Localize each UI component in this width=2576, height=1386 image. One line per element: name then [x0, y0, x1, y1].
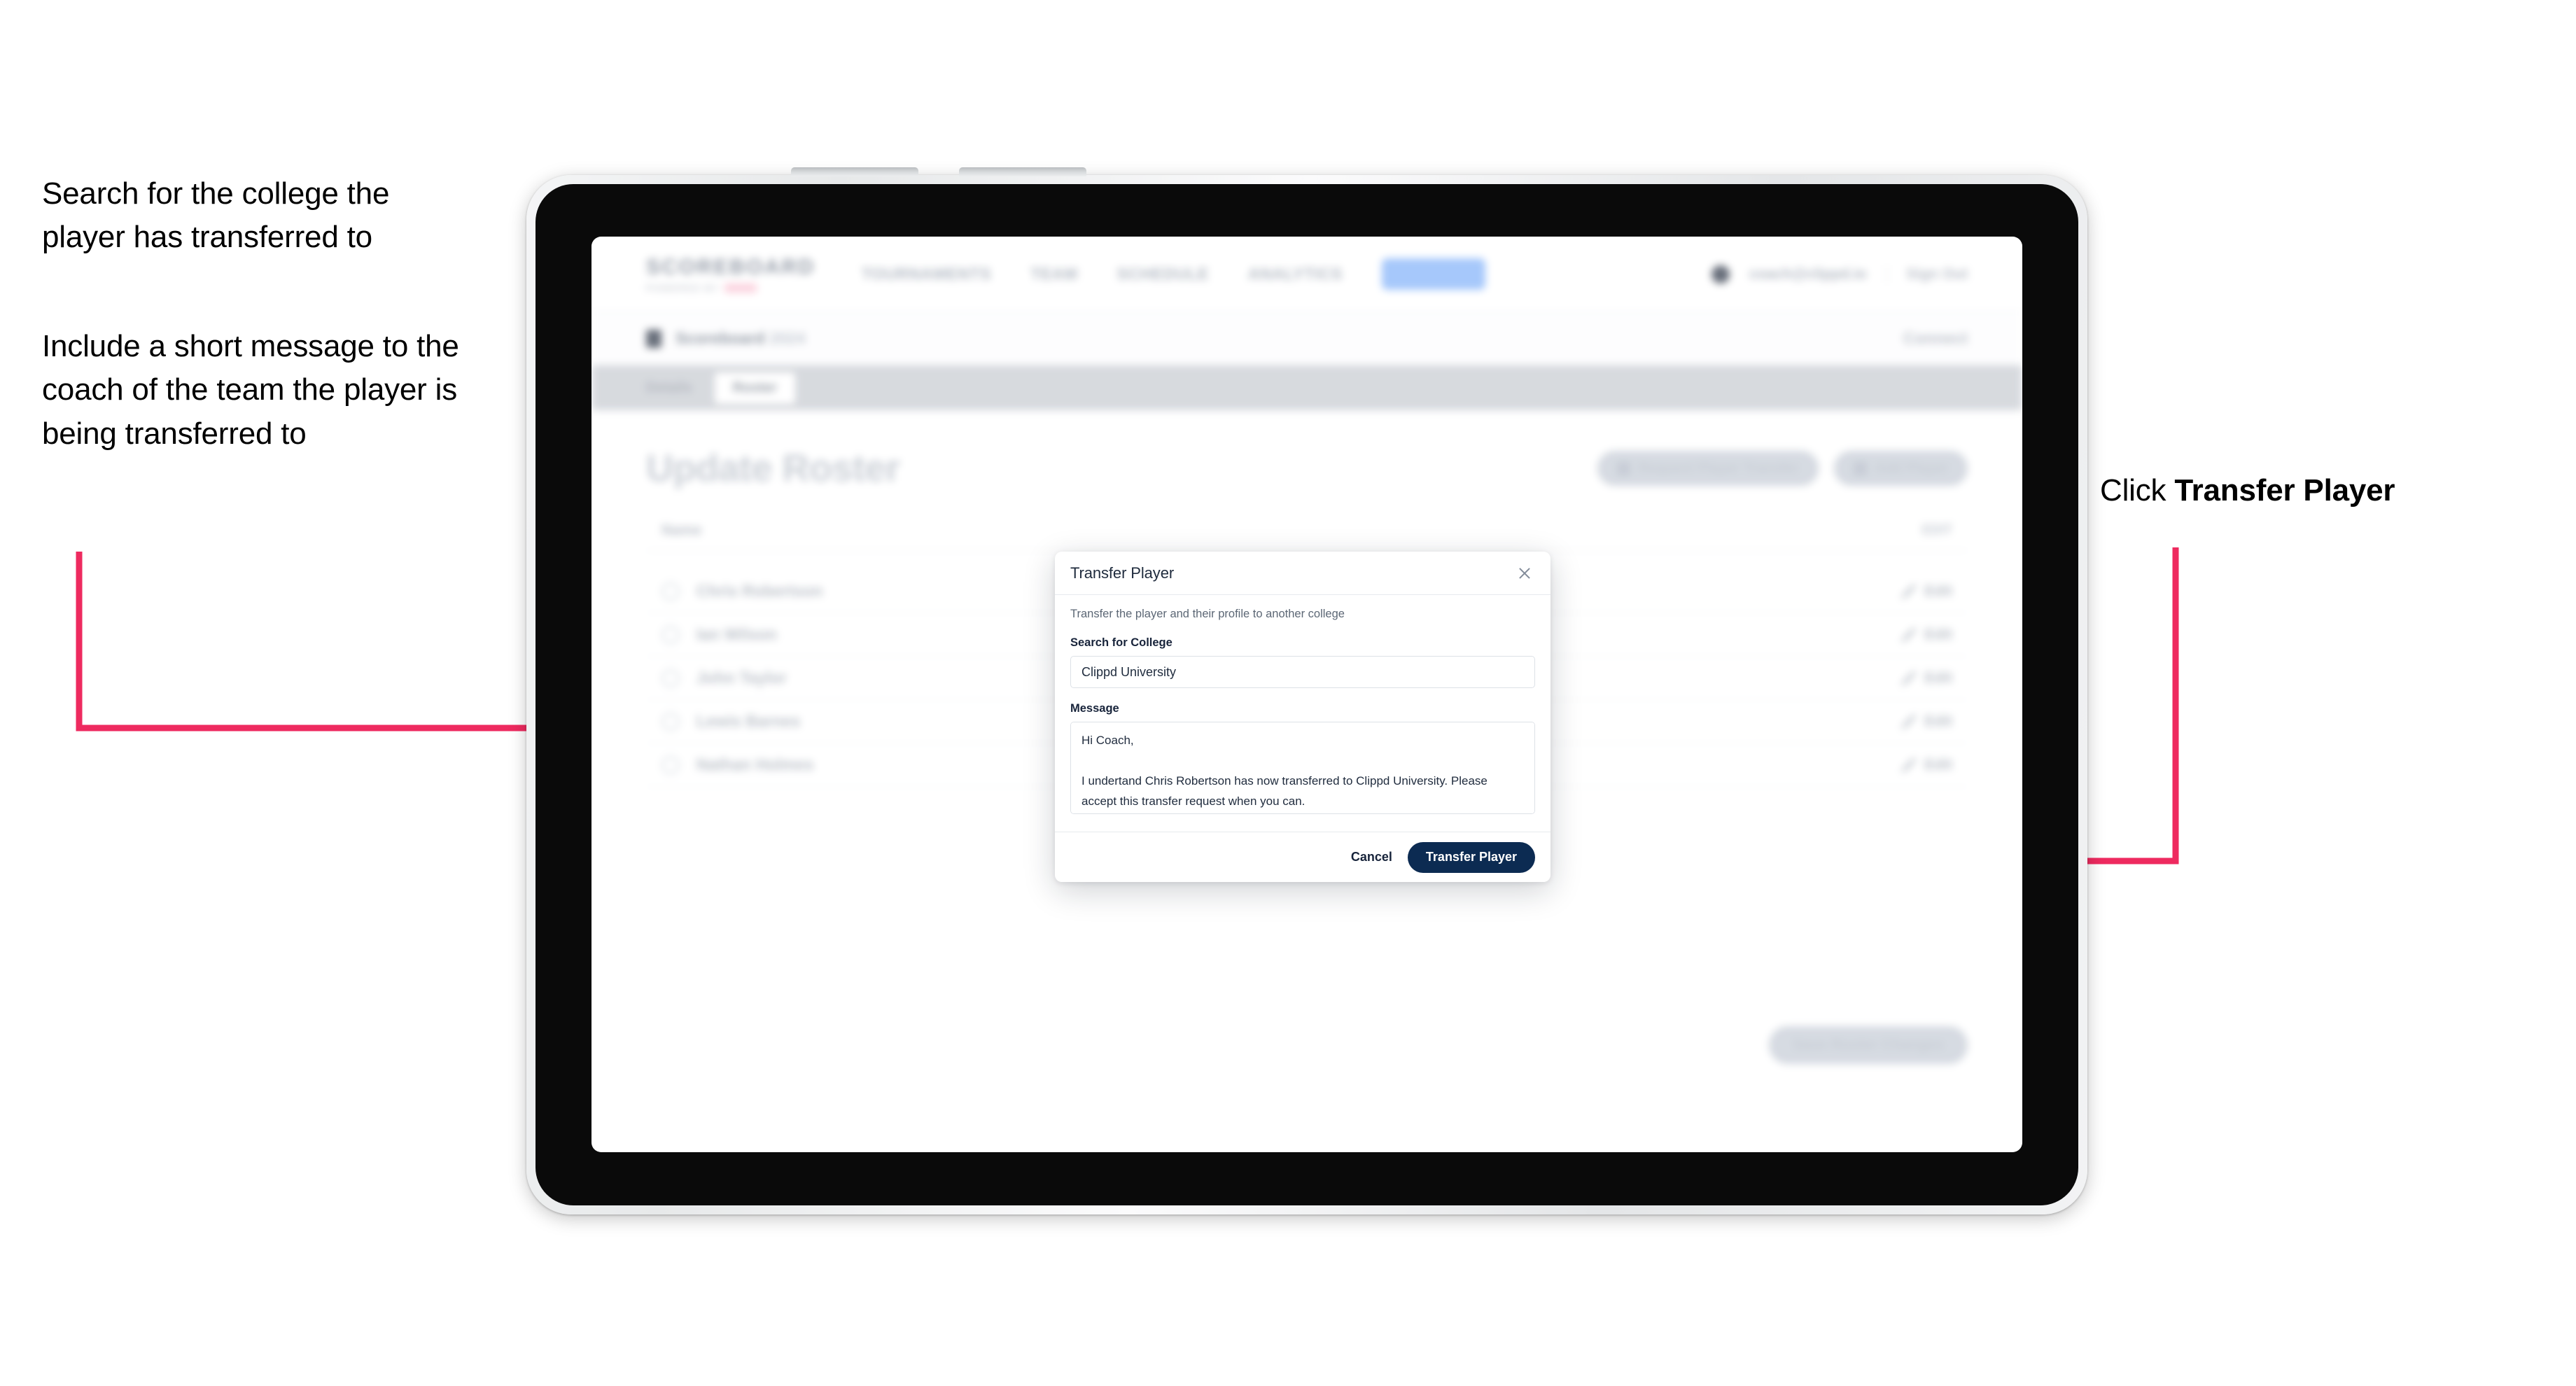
player-name: Nathan Holmes — [696, 755, 814, 774]
transfer-player-button[interactable]: Transfer Player — [1407, 841, 1535, 873]
sign-out-link[interactable]: Sign Out — [1907, 266, 1968, 283]
edit-label: Edit — [1924, 669, 1952, 686]
save-roster-changes-button[interactable]: Save Roster Changes — [1769, 1026, 1968, 1064]
row-checkbox[interactable] — [662, 712, 680, 731]
nav-link-analytics[interactable]: ANALYTICS — [1248, 265, 1343, 284]
edit-label: Edit — [1924, 756, 1952, 773]
nav-link-tournaments[interactable]: TOURNAMENTS — [862, 265, 991, 284]
tablet-screen: SCOREBOARD POWERED BY TOURNAMENTS TEAM S… — [592, 237, 2022, 1152]
nav-link-roster[interactable]: ROSTER — [1381, 258, 1485, 290]
pencil-icon — [1900, 670, 1917, 686]
player-name: John Taylor — [696, 668, 787, 687]
avatar[interactable] — [1712, 265, 1730, 284]
message-label: Message — [1070, 702, 1119, 715]
tablet-volume-down-button[interactable] — [959, 167, 1086, 176]
edit-button[interactable]: Edit — [1900, 626, 1952, 643]
annotation-include-message: Include a short message to the coach of … — [42, 329, 459, 451]
breadcrumb-year: 2024 — [764, 329, 806, 347]
tab-details[interactable]: Details — [628, 372, 710, 404]
breadcrumb-text: Scoreboard 2024 — [676, 329, 805, 348]
field-spacer — [1070, 688, 1535, 702]
modal-header: Transfer Player — [1055, 552, 1550, 595]
edit-label: Edit — [1924, 626, 1952, 643]
player-name: Ian Wilson — [696, 625, 777, 643]
breadcrumb-label: Scoreboard — [676, 329, 765, 347]
pencil-icon — [1900, 583, 1917, 599]
screenshot-root: Search for the college the player has tr… — [0, 0, 2576, 1386]
edit-button[interactable]: Edit — [1900, 670, 1952, 687]
edit-button[interactable]: Edit — [1900, 583, 1952, 600]
trophy-icon — [646, 329, 662, 348]
column-header-name: Name — [662, 522, 702, 538]
transfer-player-modal: Transfer Player Transfer the player and … — [1055, 552, 1550, 882]
edit-label: Edit — [1924, 582, 1952, 599]
brand-subtitle-row: POWERED BY — [646, 283, 793, 293]
player-name: Lewis Barnes — [696, 712, 801, 730]
request-player-transfer-button[interactable]: Request Player Transfer — [1597, 451, 1819, 486]
page-title: Update Roster — [646, 447, 900, 489]
request-transfer-label: Request Player Transfer — [1638, 460, 1799, 476]
pencil-icon — [1900, 626, 1917, 643]
search-college-label: Search for College — [1070, 636, 1172, 649]
row-checkbox[interactable] — [662, 582, 680, 601]
add-player-label: Add Player — [1875, 460, 1948, 476]
nav-links: TOURNAMENTS TEAM SCHEDULE ANALYTICS ROST… — [862, 258, 1485, 290]
search-college-input[interactable] — [1070, 656, 1535, 688]
modal-title: Transfer Player — [1070, 564, 1175, 582]
nav-user-area: coach@clippd.io Sign Out — [1712, 265, 1968, 284]
close-icon[interactable] — [1514, 563, 1535, 584]
brand-accent-mark — [724, 283, 757, 293]
modal-footer: Cancel Transfer Player — [1055, 832, 1550, 882]
modal-body: Transfer the player and their profile to… — [1055, 595, 1550, 832]
tablet-volume-up-button[interactable] — [791, 167, 918, 176]
brand-name: SCOREBOARD — [646, 255, 816, 279]
breadcrumb-action[interactable]: Connect — [1903, 329, 1968, 348]
annotation-click-bold: Transfer Player — [2174, 473, 2395, 507]
row-checkbox[interactable] — [662, 755, 680, 774]
add-player-button[interactable]: Add Player — [1833, 451, 1968, 486]
app-logo[interactable]: SCOREBOARD POWERED BY — [646, 255, 816, 293]
nav-link-schedule[interactable]: SCHEDULE — [1117, 265, 1209, 284]
transfer-icon — [1616, 461, 1630, 475]
pencil-icon — [1900, 713, 1917, 729]
plus-icon — [1853, 461, 1867, 475]
nav-divider — [1886, 265, 1887, 284]
roster-list-header: Name EDIT — [646, 522, 1968, 551]
tablet-device: SCOREBOARD POWERED BY TOURNAMENTS TEAM S… — [526, 167, 2087, 1214]
annotation-click-transfer: Click Transfer Player — [2100, 469, 2548, 512]
cancel-button[interactable]: Cancel — [1351, 850, 1392, 864]
edit-button[interactable]: Edit — [1900, 757, 1952, 774]
app-navbar: SCOREBOARD POWERED BY TOURNAMENTS TEAM S… — [592, 237, 2022, 312]
annotation-click-prefix: Click — [2100, 473, 2175, 507]
row-checkbox[interactable] — [662, 625, 680, 644]
modal-description: Transfer the player and their profile to… — [1070, 608, 1345, 620]
edit-label: Edit — [1924, 713, 1952, 729]
nav-user-email: coach@clippd.io — [1749, 265, 1867, 282]
annotation-search-college: Search for the college the player has tr… — [42, 176, 390, 255]
tablet-bezel: SCOREBOARD POWERED BY TOURNAMENTS TEAM S… — [536, 184, 2078, 1205]
brand-subtitle: POWERED BY — [646, 282, 720, 293]
nav-link-team[interactable]: TEAM — [1030, 265, 1078, 284]
message-textarea[interactable] — [1070, 722, 1535, 814]
section-tabs: Details Roster — [592, 365, 2022, 410]
page-action-buttons: Request Player Transfer Add Player — [1597, 451, 1968, 486]
column-header-edit: EDIT — [1921, 523, 1952, 538]
pencil-icon — [1900, 757, 1917, 773]
tab-roster[interactable]: Roster — [714, 372, 795, 404]
player-name: Chris Robertson — [696, 582, 823, 600]
breadcrumb: Scoreboard 2024 Connect — [592, 312, 2022, 365]
row-checkbox[interactable] — [662, 668, 680, 687]
edit-button[interactable]: Edit — [1900, 713, 1952, 730]
